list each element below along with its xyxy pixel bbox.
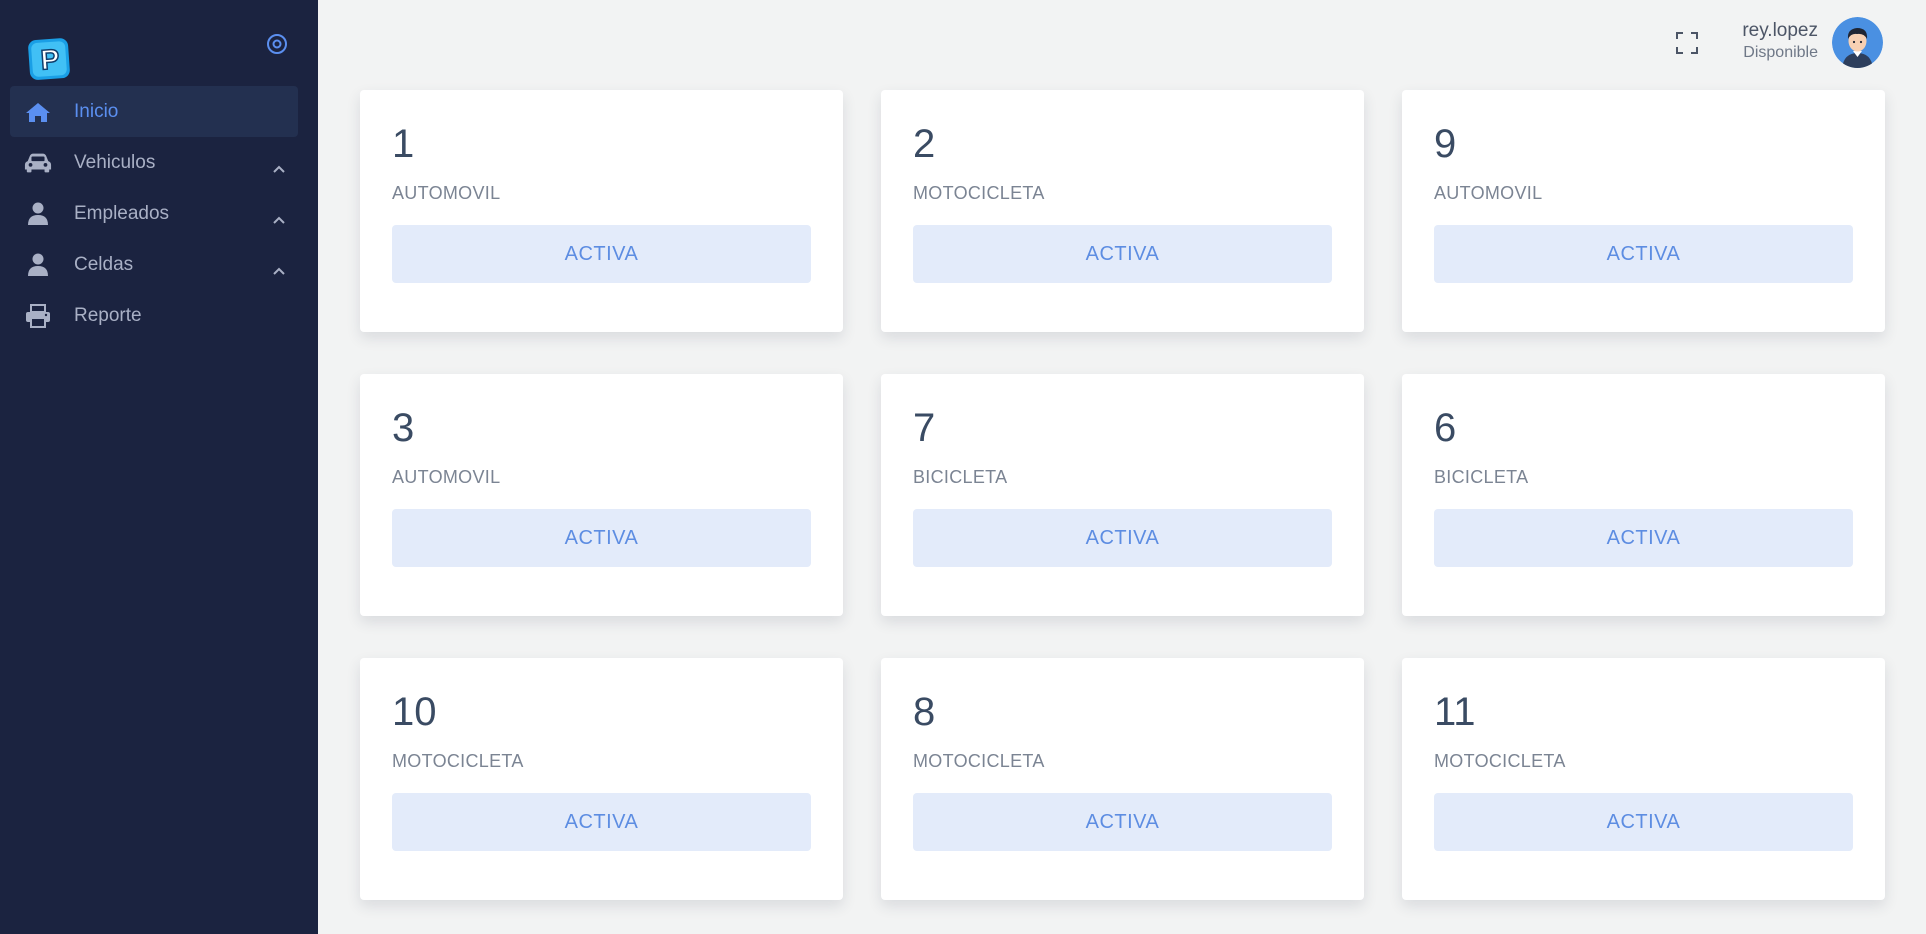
cell-card: 9 AUTOMOVIL ACTIVA — [1402, 90, 1885, 332]
status-button[interactable]: ACTIVA — [392, 225, 811, 283]
user-status: Disponible — [1743, 44, 1818, 61]
vehicle-type: BICICLETA — [913, 467, 1008, 487]
vehicle-type: AUTOMOVIL — [1434, 183, 1543, 203]
vehicle-type: AUTOMOVIL — [392, 467, 501, 487]
printer-icon — [24, 303, 52, 328]
vehicle-type: MOTOCICLETA — [392, 751, 524, 771]
sidebar-item-label: Reporte — [74, 304, 142, 326]
cell-card: 8 MOTOCICLETA ACTIVA — [881, 658, 1364, 900]
vehicle-type: MOTOCICLETA — [913, 751, 1045, 771]
chevron-up-icon — [272, 209, 286, 224]
avatar[interactable] — [1832, 17, 1883, 68]
sidebar-item-label: Empleados — [74, 202, 170, 224]
status-button[interactable]: ACTIVA — [1434, 225, 1853, 283]
vehicle-type: MOTOCICLETA — [913, 183, 1045, 203]
cell-number: 10 — [392, 690, 437, 734]
sidebar-item-empleados[interactable]: Empleados — [10, 188, 298, 239]
vehicle-type: BICICLETA — [1434, 467, 1529, 487]
status-button[interactable]: ACTIVA — [392, 509, 811, 567]
status-button[interactable]: ACTIVA — [392, 793, 811, 851]
cell-card: 2 MOTOCICLETA ACTIVA — [881, 90, 1364, 332]
app-logo-icon[interactable]: P — [27, 36, 73, 82]
logo-letter: P — [40, 43, 61, 75]
car-icon — [24, 151, 52, 175]
sidebar-item-inicio[interactable]: Inicio — [10, 86, 298, 137]
chevron-up-icon — [272, 158, 286, 173]
sidebar-item-label: Celdas — [74, 253, 134, 275]
status-button[interactable]: ACTIVA — [913, 225, 1332, 283]
vehicle-type: MOTOCICLETA — [1434, 751, 1566, 771]
sidebar: P Inicio Vehiculos Empleados Celdas Repo… — [0, 0, 318, 934]
cell-card: 1 AUTOMOVIL ACTIVA — [360, 90, 843, 332]
cell-number: 3 — [392, 406, 415, 450]
fullscreen-icon[interactable] — [1675, 31, 1699, 55]
cell-card: 3 AUTOMOVIL ACTIVA — [360, 374, 843, 616]
cell-card: 11 MOTOCICLETA ACTIVA — [1402, 658, 1885, 900]
vehicle-type: AUTOMOVIL — [392, 183, 501, 203]
cell-number: 9 — [1434, 122, 1457, 166]
sidebar-item-reporte[interactable]: Reporte — [10, 290, 298, 341]
cell-number: 1 — [392, 122, 415, 166]
sidebar-item-vehiculos[interactable]: Vehiculos — [10, 137, 298, 188]
sidebar-item-celdas[interactable]: Celdas — [10, 239, 298, 290]
cell-number: 11 — [1434, 690, 1476, 734]
sidebar-toggle-icon[interactable] — [265, 32, 289, 56]
status-button[interactable]: ACTIVA — [1434, 793, 1853, 851]
cell-card: 6 BICICLETA ACTIVA — [1402, 374, 1885, 616]
user-icon — [24, 202, 52, 226]
cells-grid: 1 AUTOMOVIL ACTIVA 2 MOTOCICLETA ACTIVA … — [360, 90, 1885, 900]
cell-card: 7 BICICLETA ACTIVA — [881, 374, 1364, 616]
cell-number: 6 — [1434, 406, 1457, 450]
status-button[interactable]: ACTIVA — [913, 793, 1332, 851]
chevron-up-icon — [272, 260, 286, 275]
username[interactable]: rey.lopez — [1742, 20, 1818, 42]
cell-number: 7 — [913, 406, 936, 450]
sidebar-nav: Inicio Vehiculos Empleados Celdas Report… — [10, 86, 298, 341]
home-icon — [24, 100, 52, 124]
sidebar-item-label: Inicio — [74, 100, 119, 122]
cell-number: 2 — [913, 122, 936, 166]
sidebar-item-label: Vehiculos — [74, 151, 156, 173]
user-icon — [24, 253, 52, 277]
status-button[interactable]: ACTIVA — [913, 509, 1332, 567]
status-button[interactable]: ACTIVA — [1434, 509, 1853, 567]
cell-number: 8 — [913, 690, 936, 734]
cell-card: 10 MOTOCICLETA ACTIVA — [360, 658, 843, 900]
